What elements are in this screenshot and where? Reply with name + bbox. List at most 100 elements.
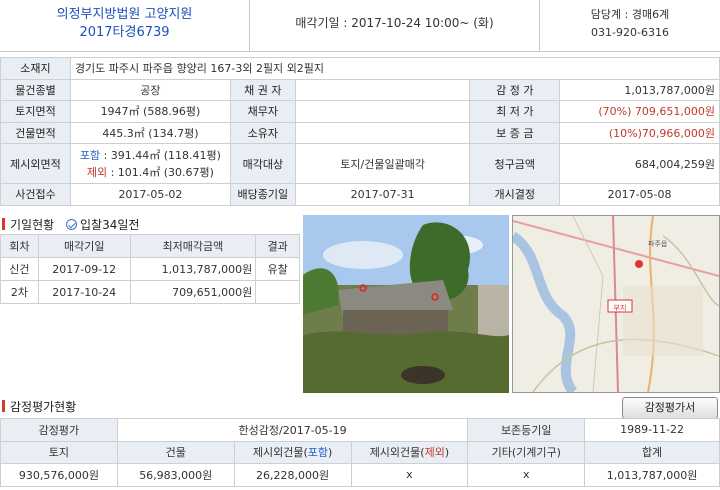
section-bar-icon	[2, 218, 5, 230]
building-value: 56,983,000원	[116, 463, 235, 487]
table-row: 2차 2017-10-24 709,651,000원	[0, 280, 300, 304]
start-date: 2017-05-08	[559, 183, 720, 206]
received-label: 사건접수	[0, 183, 71, 206]
included-tag: 포함	[79, 148, 101, 162]
sale-date: 2017-10-24 10:00~ (화)	[351, 16, 494, 30]
appraisal-title: 감정평가현황	[2, 398, 76, 415]
excluded-tag: 제외	[86, 165, 108, 179]
date-cell: 2017-10-24	[37, 280, 131, 304]
check-circle-icon	[66, 219, 77, 230]
debtor-value	[294, 100, 471, 123]
building-area: 445.3㎡ (134.7평)	[69, 121, 231, 144]
col-extra-included: 제시외건물(포함)	[233, 440, 352, 464]
min-price-label: 최 저 가	[469, 100, 561, 123]
address-cell: 경기도 파주시 파주읍 향양리 167-3외 2필지 외2필지	[69, 57, 720, 80]
history-header-row: 회차 매각기일 최저매각금액 결과	[0, 234, 300, 258]
round-cell: 신건	[0, 257, 39, 281]
phone: 031-920-6316	[591, 26, 669, 39]
received-date: 2017-05-02	[69, 183, 231, 206]
land-area: 1947㎡ (588.96평)	[69, 100, 231, 123]
result-cell	[255, 280, 300, 304]
claim-label: 청구금액	[469, 143, 561, 184]
col-building: 건물	[116, 440, 235, 464]
address-label: 소재지	[0, 57, 71, 80]
appraisal-label: 감 정 가	[469, 78, 561, 101]
sale-date-box: 매각기일 : 2017-10-24 10:00~ (화)	[250, 0, 540, 52]
map-place-label: 파주읍	[648, 239, 668, 248]
case-number: 2017타경6739	[79, 25, 170, 40]
appraisal-table: 감정평가 한성감정/2017-05-19 보존등기일 1989-11-22 토지…	[0, 418, 720, 487]
owner-label: 소유자	[229, 121, 296, 144]
dist-date: 2017-07-31	[294, 183, 471, 206]
total-value: 1,013,787,000원	[584, 463, 720, 487]
col-total: 합계	[584, 440, 720, 464]
extra-excluded-value: x	[350, 463, 469, 487]
min-price-value: (70%) 709,651,000원	[559, 100, 720, 123]
extra-area-label: 제시외면적	[0, 143, 71, 184]
deposit-label: 보 증 금	[469, 121, 561, 144]
manager-box: 담당계 : 경매6계 031-920-6316	[540, 0, 720, 52]
appraisal-header-row: 토지 건물 제시외건물(포함) 제시외건물(제외) 기타(기계기구) 합계	[0, 440, 720, 464]
extra-area-cell: 포함 : 391.44㎡ (118.41평) 제외 : 101.4㎡ (30.6…	[69, 143, 231, 184]
creditor-label: 채 권 자	[229, 78, 296, 101]
court-box: 의정부지방법원 고양지원 2017타경6739	[0, 0, 250, 52]
start-label: 개시결정	[469, 183, 561, 206]
history-title: 기일현황 입찰34일전	[2, 216, 139, 233]
owner-value	[294, 121, 471, 144]
type-value: 공장	[69, 78, 231, 101]
bid-note: 입찰34일전	[66, 218, 139, 232]
appraisal-row-label: 감정평가	[0, 418, 118, 442]
building-label: 건물면적	[0, 121, 71, 144]
location-map[interactable]: 부지 파주읍	[512, 215, 720, 393]
property-photo[interactable]	[303, 215, 509, 393]
included-value: : 391.44㎡ (118.41평)	[100, 148, 221, 162]
land-value: 930,576,000원	[0, 463, 118, 487]
date-cell: 2017-09-12	[37, 257, 131, 281]
claim-value: 684,004,259원	[559, 143, 720, 184]
type-row: 물건종별 공장 채 권 자 감 정 가 1,013,787,000원	[0, 78, 720, 101]
target-label: 매각대상	[229, 143, 296, 184]
round-cell: 2차	[0, 280, 39, 304]
address-row: 소재지 경기도 파주시 파주읍 향양리 167-3외 2필지 외2필지	[0, 57, 720, 80]
map-marker-label: 부지	[614, 303, 627, 312]
appraisal-value: 1,013,787,000원	[559, 78, 720, 101]
excluded-value: : 101.4㎡ (30.67평)	[107, 165, 214, 179]
extra-included-value: 26,228,000원	[233, 463, 352, 487]
debtor-label: 채무자	[229, 100, 296, 123]
keep-date: 1989-11-22	[584, 418, 720, 442]
appraisal-values-row: 930,576,000원 56,983,000원 26,228,000원 x x…	[0, 463, 720, 487]
deposit-value: (10%)70,966,000원	[559, 121, 720, 144]
manager: 담당계 : 경매6계	[590, 8, 670, 21]
appraisal-company: 한성감정/2017-05-19	[116, 418, 469, 442]
type-label: 물건종별	[0, 78, 71, 101]
land-label: 토지면적	[0, 100, 71, 123]
price-cell: 709,651,000원	[129, 280, 257, 304]
col-min-price: 최저매각금액	[129, 234, 257, 258]
other-value: x	[467, 463, 586, 487]
history-table: 회차 매각기일 최저매각금액 결과 신건 2017-09-12 1,013,78…	[0, 234, 300, 304]
appraisal-info-row: 감정평가 한성감정/2017-05-19 보존등기일 1989-11-22	[0, 418, 720, 442]
address: 경기도 파주시 파주읍 향양리 167-3외 2필지	[74, 62, 284, 76]
sale-date-label: 매각기일	[295, 16, 340, 30]
col-date: 매각기일	[37, 234, 131, 258]
section-bar-icon	[2, 400, 5, 412]
appraisal-report-button[interactable]: 감정평가서	[622, 397, 718, 419]
table-row: 신건 2017-09-12 1,013,787,000원 유찰	[0, 257, 300, 281]
building-row: 건물면적 445.3㎡ (134.7평) 소유자 보 증 금 (10%)70,9…	[0, 121, 720, 144]
extra-area-row: 제시외면적 포함 : 391.44㎡ (118.41평) 제외 : 101.4㎡…	[0, 143, 720, 184]
creditor-value	[294, 78, 471, 101]
land-row: 토지면적 1947㎡ (588.96평) 채무자 최 저 가 (70%) 709…	[0, 100, 720, 123]
result-cell: 유찰	[255, 257, 300, 281]
dates-row: 사건접수 2017-05-02 배당종기일 2017-07-31 개시결정 20…	[0, 183, 720, 206]
col-result: 결과	[255, 234, 300, 258]
col-extra-excluded: 제시외건물(제외)	[350, 440, 469, 464]
case-info-table: 소재지 경기도 파주시 파주읍 향양리 167-3외 2필지 외2필지 물건종별…	[0, 57, 720, 206]
header: 의정부지방법원 고양지원 2017타경6739 매각기일 : 2017-10-2…	[0, 0, 720, 52]
col-land: 토지	[0, 440, 118, 464]
price-cell: 1,013,787,000원	[129, 257, 257, 281]
dist-label: 배당종기일	[229, 183, 296, 206]
col-other: 기타(기계기구)	[467, 440, 586, 464]
court-name: 의정부지방법원 고양지원	[56, 7, 193, 22]
keep-date-label: 보존등기일	[467, 418, 586, 442]
address-extra: 외2필지	[286, 62, 325, 76]
